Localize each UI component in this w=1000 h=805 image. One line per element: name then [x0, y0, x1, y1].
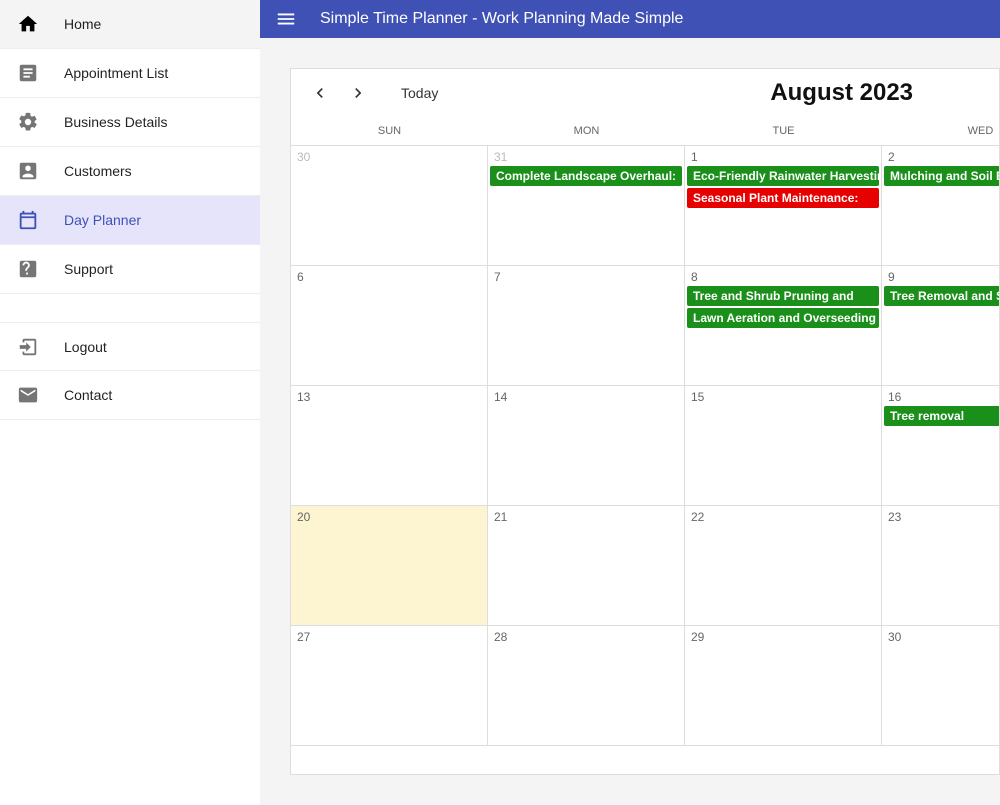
calendar-day-header: TUE: [685, 117, 882, 145]
next-month-button[interactable]: [343, 78, 373, 108]
calendar-event[interactable]: Seasonal Plant Maintenance:: [687, 188, 879, 208]
calendar-day-number: 9: [882, 270, 1000, 284]
calendar-day-cell[interactable]: 21: [488, 506, 685, 625]
calendar-day-number: 2: [882, 150, 1000, 164]
calendar-day-number: 27: [291, 630, 487, 644]
calendar-day-cell[interactable]: 1 Eco-Friendly Rainwater HarvestingSeason…: [685, 146, 882, 265]
calendar-day-number: 30: [291, 150, 487, 164]
sidebar-item-contact[interactable]: Contact: [0, 371, 260, 420]
calendar-day-number: 28: [488, 630, 684, 644]
hamburger-icon: [275, 8, 297, 30]
calendar-day-number: 1: [685, 150, 881, 164]
calendar-day-cell[interactable]: 30: [291, 146, 488, 265]
calendar-event[interactable]: Mulching and Soil Enrichment: [884, 166, 1000, 186]
sidebar-spacer: [0, 294, 260, 322]
content-area: Today August 2023 SUNMONTUEWED 3031Compl…: [260, 38, 1000, 805]
calendar-day-cell[interactable]: 31 Complete Landscape Overhaul:: [488, 146, 685, 265]
calendar-event[interactable]: Tree removal: [884, 406, 1000, 426]
chevron-right-icon: [348, 83, 368, 103]
appbar-title: Simple Time Planner - Work Planning Made…: [320, 10, 683, 28]
sidebar-item-label: Customers: [64, 163, 132, 179]
sidebar-item-appointment-list[interactable]: Appointment List: [0, 49, 260, 98]
calendar-day-cell[interactable]: 30: [882, 626, 1000, 745]
calendar-day-number: 30: [882, 630, 1000, 644]
calendar-day-number: 23: [882, 510, 1000, 524]
sidebar-item-label: Business Details: [64, 114, 168, 130]
calendar-week-row: 13141516 Tree removal: [291, 386, 999, 506]
sidebar-item-business-details[interactable]: Business Details: [0, 98, 260, 147]
calendar-day-header: WED: [882, 117, 1000, 145]
gear-icon: [16, 110, 40, 134]
calendar-day-cell[interactable]: 9 Tree Removal and Stump: [882, 266, 1000, 385]
chevron-left-icon: [310, 83, 330, 103]
calendar-day-number: 14: [488, 390, 684, 404]
calendar-day-number: 6: [291, 270, 487, 284]
sidebar-item-logout[interactable]: Logout: [0, 322, 260, 371]
calendar-week-row: 678 Tree and Shrub Pruning andLawn Aerati…: [291, 266, 999, 386]
calendar-day-cell[interactable]: 7: [488, 266, 685, 385]
sidebar-item-home[interactable]: Home: [0, 0, 260, 49]
calendar-day-cell[interactable]: 23: [882, 506, 1000, 625]
calendar-week-row: 27282930: [291, 626, 999, 746]
calendar-day-cell[interactable]: 20: [291, 506, 488, 625]
calendar-day-cell[interactable]: 14: [488, 386, 685, 505]
calendar-day-number: 20: [291, 510, 487, 524]
calendar-day-headers: SUNMONTUEWED: [291, 117, 999, 146]
prev-month-button[interactable]: [305, 78, 335, 108]
sidebar-item-label: Home: [64, 16, 101, 32]
calendar-day-number: 16: [882, 390, 1000, 404]
calendar-event[interactable]: Tree Removal and Stump: [884, 286, 1000, 306]
calendar-week-row: 20212223: [291, 506, 999, 626]
calendar-week-row: 3031 Complete Landscape Overhaul:1 Eco-Fri…: [291, 146, 999, 266]
sidebar-item-label: Logout: [64, 339, 107, 355]
sidebar-item-label: Contact: [64, 387, 112, 403]
calendar-day-cell[interactable]: 2 Mulching and Soil Enrichment: [882, 146, 1000, 265]
calendar-toolbar: Today August 2023: [291, 69, 999, 117]
sidebar-item-label: Day Planner: [64, 212, 141, 228]
calendar-day-cell[interactable]: 27: [291, 626, 488, 745]
logout-icon: [16, 335, 40, 359]
person-icon: [16, 159, 40, 183]
list-icon: [16, 61, 40, 85]
sidebar-item-customers[interactable]: Customers: [0, 147, 260, 196]
calendar-day-cell[interactable]: 28: [488, 626, 685, 745]
calendar-day-number: 31: [488, 150, 684, 164]
help-icon: [16, 257, 40, 281]
calendar-day-number: 22: [685, 510, 881, 524]
sidebar-item-support[interactable]: Support: [0, 245, 260, 294]
hamburger-menu-button[interactable]: [272, 5, 300, 33]
calendar-day-header: MON: [488, 117, 685, 145]
calendar-day-number: 29: [685, 630, 881, 644]
calendar-weeks: 3031Complete Landscape Overhaul:1Eco-Fri…: [291, 146, 999, 746]
calendar-day-cell[interactable]: 22: [685, 506, 882, 625]
calendar-day-cell[interactable]: 6: [291, 266, 488, 385]
calendar-event[interactable]: Eco-Friendly Rainwater Harvesting: [687, 166, 879, 186]
sidebar-item-label: Appointment List: [64, 65, 168, 81]
calendar-title: August 2023: [698, 79, 985, 107]
calendar-day-cell[interactable]: 8 Tree and Shrub Pruning andLawn Aeration…: [685, 266, 882, 385]
calendar-event[interactable]: Complete Landscape Overhaul:: [490, 166, 682, 186]
calendar-day-number: 13: [291, 390, 487, 404]
calendar-day-number: 7: [488, 270, 684, 284]
today-button[interactable]: Today: [401, 85, 438, 101]
calendar-day-header: SUN: [291, 117, 488, 145]
appbar: Simple Time Planner - Work Planning Made…: [260, 0, 1000, 38]
calendar-day-cell[interactable]: 15: [685, 386, 882, 505]
mail-icon: [16, 383, 40, 407]
home-icon: [16, 12, 40, 36]
calendar-day-cell[interactable]: 29: [685, 626, 882, 745]
calendar-day-number: 15: [685, 390, 881, 404]
calendar-day-number: 8: [685, 270, 881, 284]
sidebar-item-day-planner[interactable]: Day Planner: [0, 196, 260, 245]
sidebar-item-label: Support: [64, 261, 113, 277]
calendar: Today August 2023 SUNMONTUEWED 3031Compl…: [290, 68, 1000, 775]
sidebar: Home Appointment List Business Details C…: [0, 0, 260, 805]
calendar-event[interactable]: Lawn Aeration and Overseeding: [687, 308, 879, 328]
calendar-day-number: 21: [488, 510, 684, 524]
calendar-day-cell[interactable]: 16 Tree removal: [882, 386, 1000, 505]
calendar-icon: [16, 208, 40, 232]
calendar-day-cell[interactable]: 13: [291, 386, 488, 505]
calendar-event[interactable]: Tree and Shrub Pruning and: [687, 286, 879, 306]
